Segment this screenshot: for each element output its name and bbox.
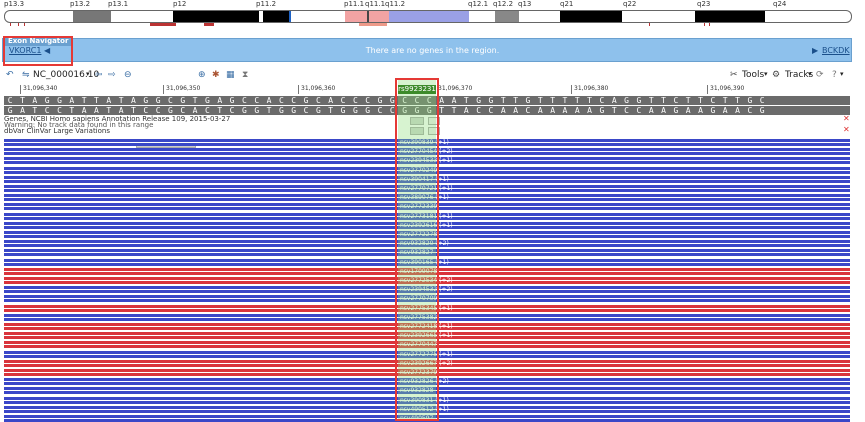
snp-label[interactable]: rs9923231 bbox=[398, 85, 436, 94]
snp-highlight bbox=[398, 80, 436, 419]
